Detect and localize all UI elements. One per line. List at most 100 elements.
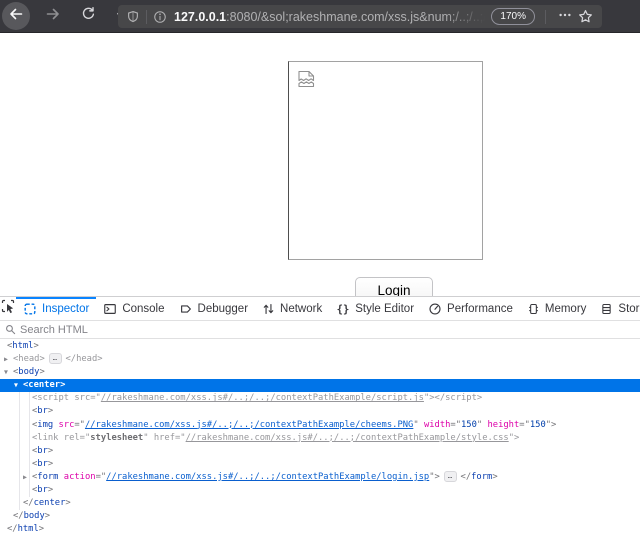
markup-tag: center — [28, 380, 60, 390]
back-arrow-icon — [8, 6, 24, 27]
page-actions-menu-icon[interactable] — [552, 8, 578, 25]
markup-attr-name: href — [154, 433, 175, 443]
markup-line[interactable]: <link rel="stylesheet" href="//rakeshman… — [0, 432, 640, 445]
search-html-input[interactable] — [20, 324, 640, 336]
markup-tag: body — [18, 367, 39, 377]
markup-punctuation: > — [97, 354, 102, 364]
markup-line[interactable]: ▼<body> — [0, 366, 640, 379]
markup-punctuation: > — [48, 459, 53, 469]
markup-attr-value: stylesheet — [90, 433, 143, 443]
markup-line[interactable]: ▼<center> — [0, 379, 640, 392]
forward-button[interactable] — [41, 4, 65, 28]
collapse-arrow-icon[interactable]: ▼ — [14, 379, 18, 392]
markup-punctuation: " — [143, 433, 154, 443]
collapsed-children-badge[interactable]: … — [444, 471, 457, 482]
markup-punctuation: </ — [66, 354, 77, 364]
markup-line[interactable]: <br> — [0, 445, 640, 458]
markup-punctuation: </ — [13, 511, 24, 521]
devtools-searchbar — [0, 321, 640, 339]
markup-punctuation: " — [477, 420, 488, 430]
markup-line[interactable]: <br> — [0, 405, 640, 418]
tab-label: Storage — [618, 303, 640, 315]
tab-debugger[interactable]: Debugger — [172, 297, 256, 320]
tab-memory[interactable]: Memory — [520, 297, 594, 320]
tab-storage[interactable]: Storage — [593, 297, 640, 320]
markup-punctuation: "> — [424, 393, 435, 403]
markup-punctuation: > — [45, 511, 50, 521]
markup-punctuation: "> — [509, 433, 520, 443]
markup-punctuation: =" — [450, 420, 461, 430]
console-icon — [103, 302, 117, 316]
tab-inspector[interactable]: Inspector — [16, 297, 96, 320]
markup-punctuation: > — [39, 354, 44, 364]
markup-view[interactable]: <html>▶<head>…</head>▼<body>▼<center><sc… — [0, 339, 640, 558]
markup-punctuation: "> — [429, 472, 440, 482]
markup-tag: head — [18, 354, 39, 364]
markup-url-value[interactable]: //rakeshmane.com/xss.js#/..;/..;/context… — [101, 393, 424, 403]
markup-punctuation: > — [65, 498, 70, 508]
markup-line[interactable]: </center> — [0, 497, 640, 510]
markup-punctuation: > — [48, 485, 53, 495]
markup-line[interactable]: <script src="//rakeshmane.com/xss.js#/..… — [0, 392, 640, 405]
markup-line[interactable]: </html> — [0, 523, 640, 536]
markup-attr-name: width — [424, 420, 450, 430]
markup-line[interactable]: ▶<head>…</head> — [0, 353, 640, 366]
markup-tag: body — [24, 511, 45, 521]
markup-url-value[interactable]: //rakeshmane.com/xss.js#/..;/..;/context… — [85, 420, 413, 430]
memory-icon — [527, 302, 540, 316]
back-button[interactable] — [2, 2, 30, 30]
urlbar-separator — [146, 10, 147, 24]
markup-line[interactable]: <html> — [0, 340, 640, 353]
markup-tag: br — [37, 406, 48, 416]
login-button[interactable]: Login — [355, 277, 433, 296]
markup-url-value[interactable]: //rakeshmane.com/xss.js#/..;/..;/context… — [106, 472, 429, 482]
markup-line[interactable]: <img src="//rakeshmane.com/xss.js#/..;/.… — [0, 419, 640, 432]
markup-punctuation: > — [60, 380, 65, 390]
tab-label: Memory — [545, 303, 587, 315]
markup-punctuation: =" — [96, 472, 107, 482]
markup-punctuation: > — [48, 406, 53, 416]
markup-punctuation: </ — [435, 393, 446, 403]
markup-tag: script — [445, 393, 477, 403]
markup-punctuation: > — [492, 472, 497, 482]
reload-button[interactable] — [76, 4, 100, 28]
collapsed-children-badge[interactable]: … — [49, 353, 62, 364]
markup-tag: html — [12, 341, 33, 351]
zoom-level-badge[interactable]: 170% — [491, 8, 535, 25]
site-info-icon[interactable] — [153, 10, 167, 24]
markup-line[interactable]: </body> — [0, 510, 640, 523]
tab-style-editor[interactable]: {}Style Editor — [329, 297, 421, 320]
markup-line[interactable]: <br> — [0, 484, 640, 497]
markup-url-value[interactable]: //rakeshmane.com/xss.js#/..;/..;/context… — [186, 433, 509, 443]
markup-punctuation: " — [413, 420, 424, 430]
pick-element-icon — [0, 298, 16, 319]
markup-tag: img — [37, 420, 53, 430]
markup-punctuation: </ — [23, 498, 34, 508]
collapse-arrow-icon[interactable]: ▼ — [4, 366, 8, 379]
markup-line[interactable]: <br> — [0, 458, 640, 471]
tab-label: Console — [122, 303, 164, 315]
expand-arrow-icon[interactable]: ▶ — [23, 471, 27, 484]
expand-arrow-icon[interactable]: ▶ — [4, 353, 8, 366]
bookmark-star-icon[interactable] — [578, 9, 602, 24]
tab-label: Performance — [447, 303, 513, 315]
markup-punctuation: > — [33, 341, 38, 351]
tracking-shield-icon[interactable] — [126, 10, 140, 24]
markup-punctuation: </ — [7, 524, 18, 534]
markup-tag: form — [471, 472, 492, 482]
url-host: 127.0.0.1 — [174, 10, 226, 24]
devtools-panel: Inspector Console DebuggerNetwork{}Style E… — [0, 296, 640, 558]
network-icon — [262, 302, 275, 316]
markup-tag: script — [37, 393, 69, 403]
node-picker-button[interactable] — [0, 297, 16, 320]
markup-tag: br — [37, 446, 48, 456]
tab-label: Inspector — [42, 303, 89, 315]
tab-performance[interactable]: Performance — [421, 297, 520, 320]
tab-network[interactable]: Network — [255, 297, 329, 320]
markup-line[interactable]: ▶<form action="//rakeshmane.com/xss.js#/… — [0, 471, 640, 484]
tab-console[interactable]: Console — [96, 297, 171, 320]
devtools-tabbar: Inspector Console DebuggerNetwork{}Style E… — [0, 297, 640, 321]
inspector-icon — [23, 302, 37, 316]
markup-attr-value: 150 — [530, 420, 546, 430]
url-bar[interactable]: 127.0.0.1:8080/&sol;rakeshmane.com/xss.j… — [118, 5, 602, 28]
